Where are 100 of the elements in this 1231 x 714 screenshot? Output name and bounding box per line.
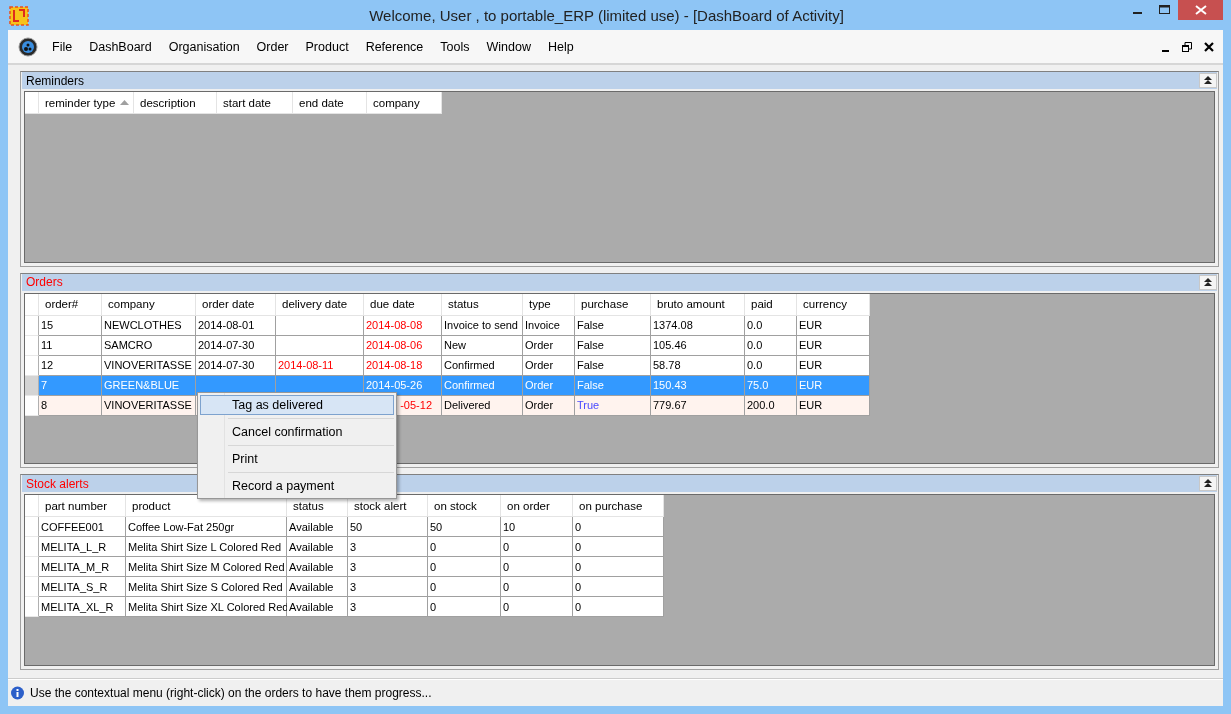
- table-cell: 0: [573, 597, 664, 618]
- table-cell: 1374.08: [651, 315, 745, 336]
- menu-item[interactable]: Order: [248, 35, 297, 58]
- table-cell: 2014-08-11: [276, 355, 364, 376]
- context-menu-item[interactable]: Tag as delivered: [200, 395, 394, 415]
- maximize-icon: [1159, 5, 1170, 15]
- table-cell: SAMCRO: [102, 335, 196, 356]
- collapse-icon: [1204, 76, 1212, 85]
- table-cell: 75.0: [745, 375, 797, 396]
- close-icon: [1204, 41, 1214, 52]
- column-header[interactable]: order#: [39, 293, 102, 316]
- table-cell: 0: [428, 577, 501, 598]
- table-cell: 15: [39, 315, 102, 336]
- table-cell: 2014-07-30: [196, 335, 276, 356]
- collapse-icon: [1204, 277, 1212, 287]
- column-header[interactable]: on stock: [428, 495, 501, 518]
- table-cell: False: [575, 375, 651, 396]
- table-cell: Order: [523, 355, 575, 376]
- table-cell: 2014-07-30: [196, 355, 276, 376]
- table-cell: Available: [287, 597, 348, 618]
- panel-title: Reminders: [26, 73, 85, 88]
- table-cell: Invoice: [523, 315, 575, 336]
- menu-item[interactable]: DashBoard: [81, 35, 160, 58]
- table-cell: 0: [428, 557, 501, 578]
- table-cell: Confirmed: [442, 355, 523, 376]
- column-header[interactable]: reminder type: [39, 92, 134, 114]
- app-logo-icon: [9, 6, 29, 26]
- table-cell: 2014-08-06: [364, 335, 442, 356]
- table-cell: EUR: [797, 375, 870, 396]
- column-header[interactable]: delivery date: [276, 293, 364, 316]
- menu-item[interactable]: Reference: [357, 35, 432, 58]
- table-cell: Available: [287, 517, 348, 538]
- table-cell: 0: [501, 557, 573, 578]
- table-cell: 0: [573, 577, 664, 598]
- menu-item[interactable]: Product: [297, 35, 357, 58]
- header-corner: [25, 495, 39, 518]
- minimize-icon: [1133, 12, 1142, 14]
- table-cell: 11: [39, 335, 102, 356]
- column-header[interactable]: on order: [501, 495, 573, 518]
- table-cell: 10: [501, 517, 573, 538]
- column-header[interactable]: part number: [39, 495, 126, 518]
- table-cell: 2014-08-18: [364, 355, 442, 376]
- context-menu-item[interactable]: Cancel confirmation: [200, 422, 394, 442]
- column-header[interactable]: order date: [196, 293, 276, 316]
- table-cell: Melita Shirt Size S Colored Red: [126, 577, 287, 598]
- column-header[interactable]: end date: [293, 92, 367, 114]
- table-cell: EUR: [797, 315, 870, 336]
- collapse-icon: [1204, 479, 1212, 489]
- row-header[interactable]: [25, 597, 39, 618]
- status-text: Use the contextual menu (right-click) on the orders to have them progress...: [30, 686, 432, 700]
- table-cell: GREEN&BLUE: [102, 375, 196, 396]
- table-cell: 3: [348, 577, 428, 598]
- table-cell: Available: [287, 537, 348, 558]
- info-icon: [10, 685, 25, 701]
- table-cell: MELITA_S_R: [39, 577, 126, 598]
- table-cell: 0: [573, 517, 664, 538]
- menu-item[interactable]: Organisation: [160, 35, 248, 58]
- table-cell: COFFEE001: [39, 517, 126, 538]
- column-header[interactable]: status: [442, 293, 523, 316]
- table-cell: 50: [428, 517, 501, 538]
- table-cell: 2014-08-08: [364, 315, 442, 336]
- menu-item[interactable]: Tools: [432, 35, 478, 58]
- table-cell: Order: [523, 375, 575, 396]
- collapse-button[interactable]: [1199, 274, 1217, 290]
- table-cell: 105.46: [651, 335, 745, 356]
- menu-item[interactable]: Help: [539, 35, 582, 58]
- column-header[interactable]: start date: [217, 92, 293, 114]
- context-menu-item[interactable]: Record a payment: [200, 476, 394, 496]
- minimize-icon: [1161, 49, 1169, 52]
- table-cell: 0.0: [745, 315, 797, 336]
- column-header[interactable]: purchase: [575, 293, 651, 316]
- menu-item[interactable]: Window: [478, 35, 539, 58]
- column-header[interactable]: bruto amount: [651, 293, 745, 316]
- header-corner: [25, 293, 39, 316]
- column-header[interactable]: paid: [745, 293, 797, 316]
- column-header[interactable]: company: [102, 293, 196, 316]
- column-header[interactable]: type: [523, 293, 575, 316]
- table-cell: Order: [523, 395, 575, 416]
- column-header[interactable]: due date: [364, 293, 442, 316]
- table-cell: False: [575, 335, 651, 356]
- menu-item[interactable]: File: [44, 35, 81, 58]
- table-cell: MELITA_M_R: [39, 557, 126, 578]
- table-cell: Invoice to send: [442, 315, 523, 336]
- table-cell: MELITA_L_R: [39, 537, 126, 558]
- table-cell: 0: [428, 597, 501, 618]
- table-cell: Coffee Low-Fat 250gr: [126, 517, 287, 538]
- collapse-button[interactable]: [1199, 476, 1217, 492]
- collapse-button[interactable]: [1199, 73, 1217, 88]
- table-cell: 200.0: [745, 395, 797, 416]
- table-cell: EUR: [797, 355, 870, 376]
- table-cell: 3: [348, 557, 428, 578]
- column-header[interactable]: currency: [797, 293, 870, 316]
- app-menu-icon[interactable]: [18, 36, 38, 57]
- column-header[interactable]: company: [367, 92, 442, 114]
- column-header[interactable]: on purchase: [573, 495, 664, 518]
- column-header[interactable]: description: [134, 92, 217, 114]
- table-cell: 150.43: [651, 375, 745, 396]
- panel-title: Orders: [26, 275, 63, 290]
- table-cell: 0.0: [745, 335, 797, 356]
- context-menu-item[interactable]: Print: [200, 449, 394, 469]
